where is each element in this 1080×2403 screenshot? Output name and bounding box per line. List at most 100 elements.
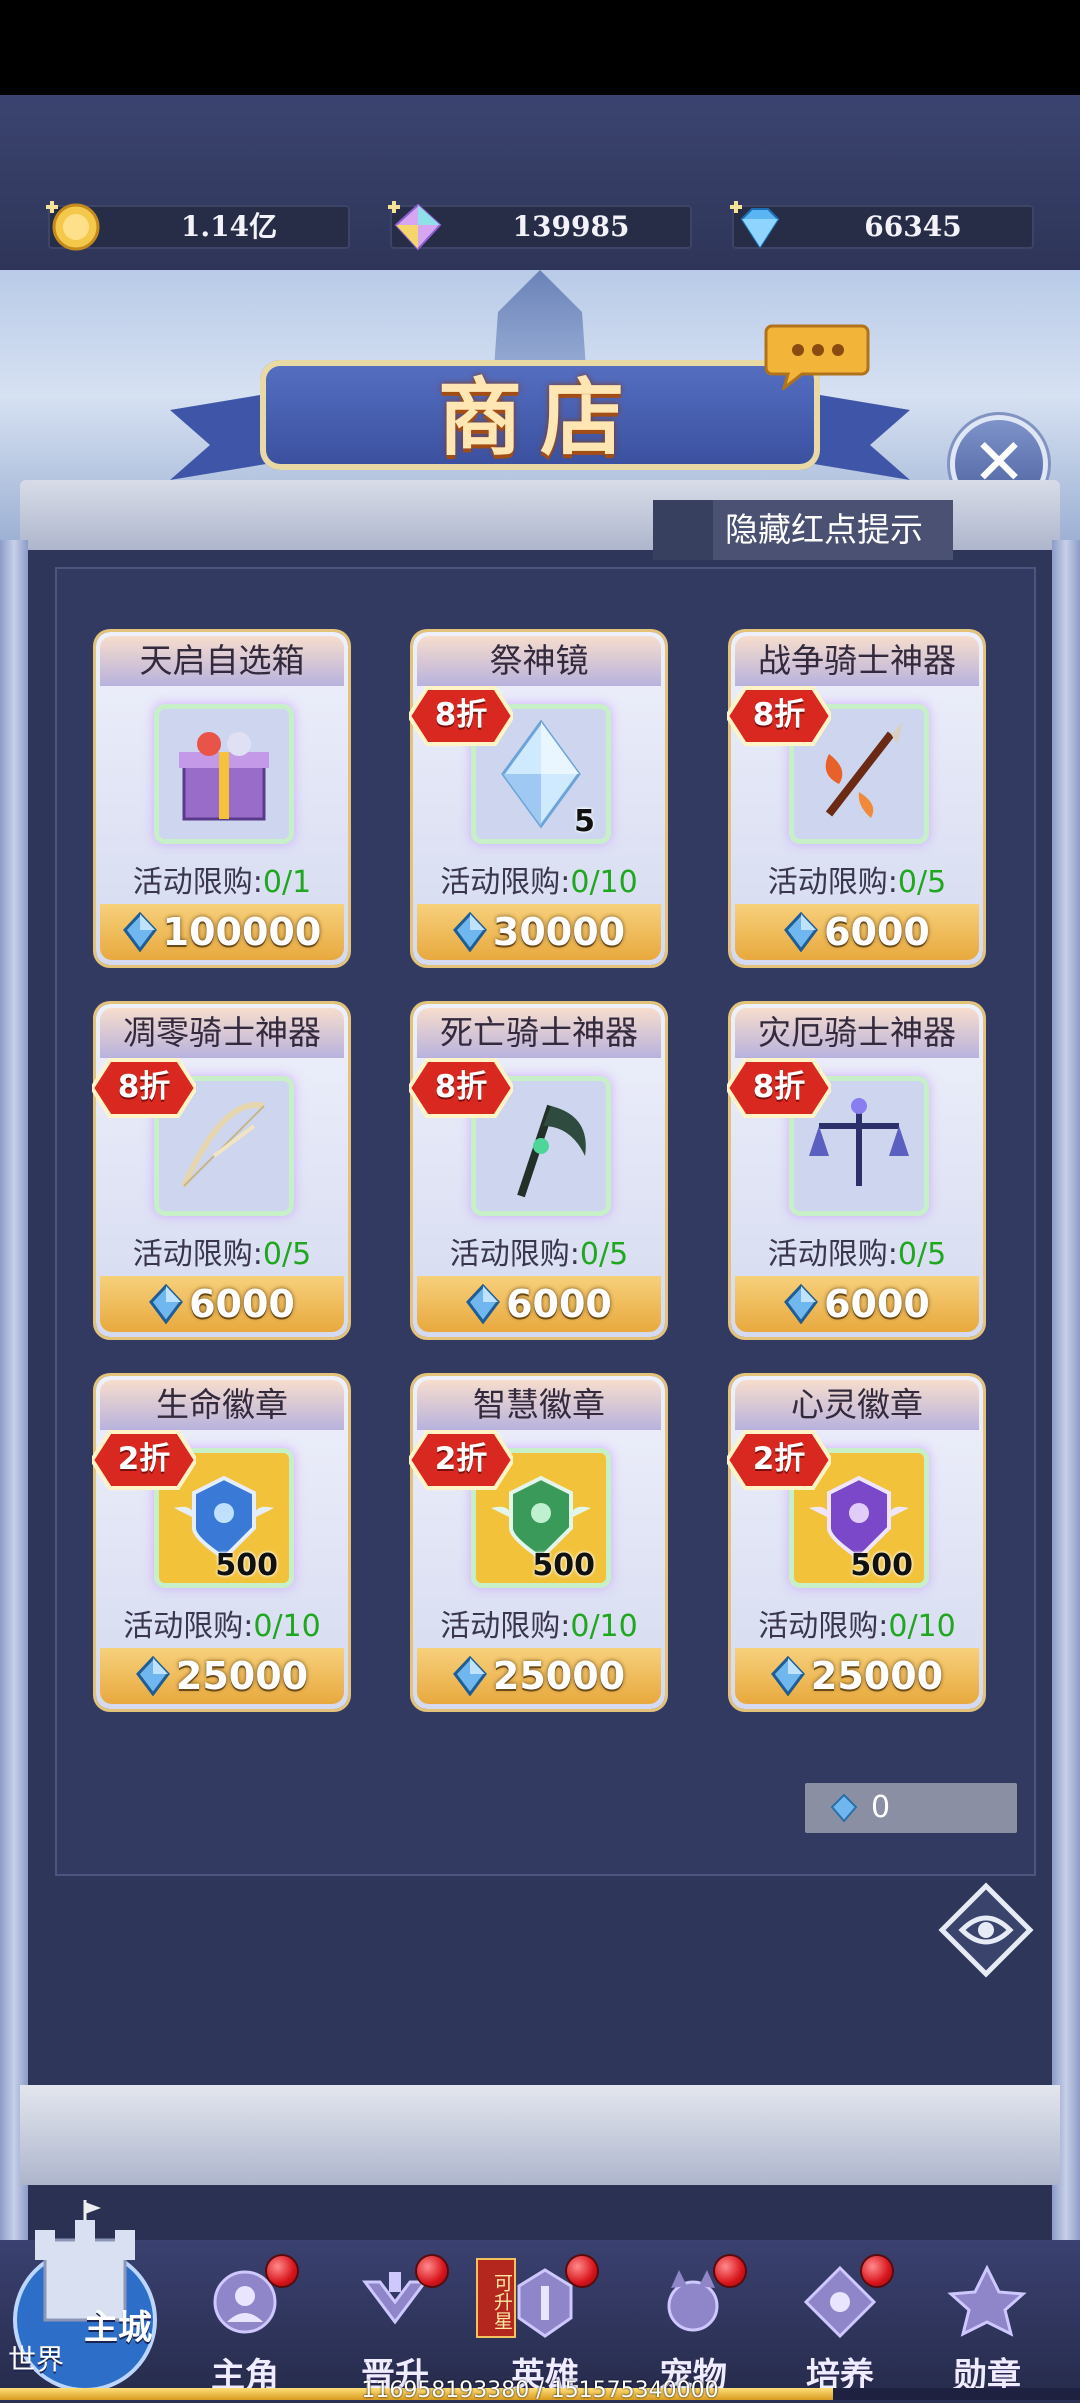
discount-label: 8折 bbox=[752, 1069, 806, 1105]
discount-label: 2折 bbox=[434, 1441, 488, 1477]
purchase-limit: 活动限购:0/10 bbox=[413, 1601, 665, 1645]
discount-badge: 2折 bbox=[92, 1428, 196, 1492]
purchase-limit-value: 0/1 bbox=[262, 865, 312, 900]
item-name: 凋零骑士神器 bbox=[100, 1008, 344, 1058]
discount-badge: 8折 bbox=[409, 1056, 513, 1120]
blue-crystal-icon bbox=[830, 1793, 858, 1823]
item-name: 死亡骑士神器 bbox=[417, 1008, 661, 1058]
frame-bottom-border bbox=[20, 2085, 1060, 2185]
item-name: 祭神镜 bbox=[417, 636, 661, 686]
crystal-value: 139985 bbox=[512, 210, 630, 243]
purchase-limit-value: 0/5 bbox=[262, 1237, 312, 1272]
crystal-resource[interactable]: 139985 bbox=[388, 201, 692, 251]
shop-item-card[interactable]: 凋零骑士神器 8折活动限购:0/5 6000 bbox=[92, 1004, 348, 1337]
purchase-limit-value: 0/10 bbox=[570, 865, 638, 900]
purchase-limit-label: 活动限购: bbox=[440, 1609, 571, 1644]
shop-item-card[interactable]: 生命徽章 500 2折活动限购:0/10 25000 bbox=[92, 1376, 348, 1709]
price-button[interactable]: 6000 bbox=[100, 1276, 344, 1332]
red-dot-notification bbox=[862, 2256, 892, 2286]
red-dot-notification bbox=[715, 2256, 745, 2286]
purchase-limit-label: 活动限购: bbox=[123, 1609, 254, 1644]
wallet-display: 0 bbox=[805, 1783, 1017, 1833]
red-dot-notification bbox=[267, 2256, 297, 2286]
price-value: 6000 bbox=[824, 910, 930, 954]
medal-icon bbox=[947, 2264, 1027, 2337]
item-name: 生命徽章 bbox=[100, 1380, 344, 1430]
price-button[interactable]: 30000 bbox=[417, 904, 661, 960]
discount-badge: 8折 bbox=[409, 684, 513, 748]
price-button[interactable]: 25000 bbox=[735, 1648, 979, 1704]
discount-label: 2折 bbox=[117, 1441, 171, 1477]
shop-item-card[interactable]: 祭神镜 5 8折活动限购:0/10 30000 bbox=[409, 632, 665, 965]
price-value: 6000 bbox=[189, 1282, 295, 1326]
price-button[interactable]: 100000 bbox=[100, 904, 344, 960]
blue-crystal-icon bbox=[149, 1283, 184, 1324]
page-title: 商店 bbox=[437, 368, 642, 467]
purchase-limit-label: 活动限购: bbox=[758, 1609, 889, 1644]
discount-badge: 8折 bbox=[727, 1056, 831, 1120]
item-name: 心灵徽章 bbox=[735, 1380, 979, 1430]
shop-item-card[interactable]: 战争骑士神器 8折活动限购:0/5 6000 bbox=[727, 632, 983, 965]
shop-item-card[interactable]: 智慧徽章 500 2折活动限购:0/10 25000 bbox=[409, 1376, 665, 1709]
item-name: 天启自选箱 bbox=[100, 636, 344, 686]
eye-toggle-button[interactable] bbox=[938, 1882, 1034, 1978]
gold-resource[interactable]: 1.14亿 bbox=[46, 201, 350, 251]
frame-right-pillar bbox=[1052, 540, 1080, 2240]
item-name: 灾厄骑士神器 bbox=[735, 1008, 979, 1058]
purchase-limit-value: 0/10 bbox=[888, 1609, 956, 1644]
price-value: 100000 bbox=[162, 910, 322, 954]
hide-red-dot-checkbox[interactable] bbox=[653, 500, 713, 560]
blue-crystal-icon bbox=[135, 1655, 170, 1696]
price-button[interactable]: 6000 bbox=[735, 1276, 979, 1332]
frame-left-pillar bbox=[0, 540, 28, 2240]
price-value: 25000 bbox=[810, 1654, 944, 1698]
item-quantity: 500 bbox=[215, 1548, 278, 1583]
purchase-limit: 活动限购:0/5 bbox=[731, 1229, 983, 1273]
price-button[interactable]: 6000 bbox=[735, 904, 979, 960]
purchase-limit-label: 活动限购: bbox=[132, 865, 263, 900]
blue-crystal-icon bbox=[770, 1655, 805, 1696]
blue-crystal-icon bbox=[122, 911, 157, 952]
purchase-limit-value: 0/5 bbox=[897, 1237, 947, 1272]
item-quantity: 500 bbox=[532, 1548, 595, 1583]
purchase-limit-value: 0/5 bbox=[897, 865, 947, 900]
price-button[interactable]: 25000 bbox=[100, 1648, 344, 1704]
price-button[interactable]: 25000 bbox=[417, 1648, 661, 1704]
shop-item-card[interactable]: 灾厄骑士神器 8折活动限购:0/5 6000 bbox=[727, 1004, 983, 1337]
price-value: 30000 bbox=[492, 910, 626, 954]
shop-item-card[interactable]: 天启自选箱活动限购:0/1 100000 bbox=[96, 632, 348, 965]
discount-badge: 8折 bbox=[727, 684, 831, 748]
discount-label: 8折 bbox=[434, 697, 488, 733]
purchase-limit-value: 0/10 bbox=[253, 1609, 321, 1644]
hide-red-dot-toggle[interactable]: 隐藏红点提示 bbox=[653, 500, 953, 560]
item-name: 智慧徽章 bbox=[417, 1380, 661, 1430]
item-quantity: 5 bbox=[574, 804, 595, 839]
shop-item-card[interactable]: 心灵徽章 500 2折 活动限购:0/10 25000 bbox=[727, 1376, 983, 1709]
purchase-limit-value: 0/10 bbox=[570, 1609, 638, 1644]
red-dot-notification bbox=[417, 2256, 447, 2286]
rainbow-crystal-icon bbox=[388, 201, 442, 251]
blue-crystal-icon bbox=[784, 911, 819, 952]
discount-label: 8折 bbox=[117, 1069, 171, 1105]
price-button[interactable]: 6000 bbox=[417, 1276, 661, 1332]
item-name: 战争骑士神器 bbox=[735, 636, 979, 686]
discount-badge: 8折 bbox=[92, 1056, 196, 1120]
purchase-limit-label: 活动限购: bbox=[132, 1237, 263, 1272]
gold-value: 1.14亿 bbox=[180, 210, 278, 243]
blue-crystal-icon bbox=[784, 1283, 819, 1324]
purchase-limit: 活动限购:0/10 bbox=[731, 1601, 983, 1645]
wallet-amount: 0 bbox=[871, 1790, 891, 1825]
chat-bubble-icon[interactable] bbox=[762, 318, 870, 390]
discount-badge: 2折 bbox=[727, 1428, 831, 1492]
purchase-limit-value: 0/5 bbox=[579, 1237, 629, 1272]
purchase-limit-label: 活动限购: bbox=[440, 865, 571, 900]
gift-box-icon bbox=[179, 732, 269, 821]
shop-item-card[interactable]: 死亡骑士神器 8折 活动限购:0/5 6000 bbox=[409, 1004, 665, 1337]
price-value: 25000 bbox=[175, 1654, 309, 1698]
upgrade-star-tag: 可升星 bbox=[476, 2258, 516, 2338]
main-city-label: 主城 bbox=[84, 2308, 152, 2348]
diamond-resource[interactable]: 66345 bbox=[730, 201, 1034, 249]
discount-label: 8折 bbox=[434, 1069, 488, 1105]
purchase-limit-label: 活动限购: bbox=[767, 865, 898, 900]
price-value: 25000 bbox=[492, 1654, 626, 1698]
